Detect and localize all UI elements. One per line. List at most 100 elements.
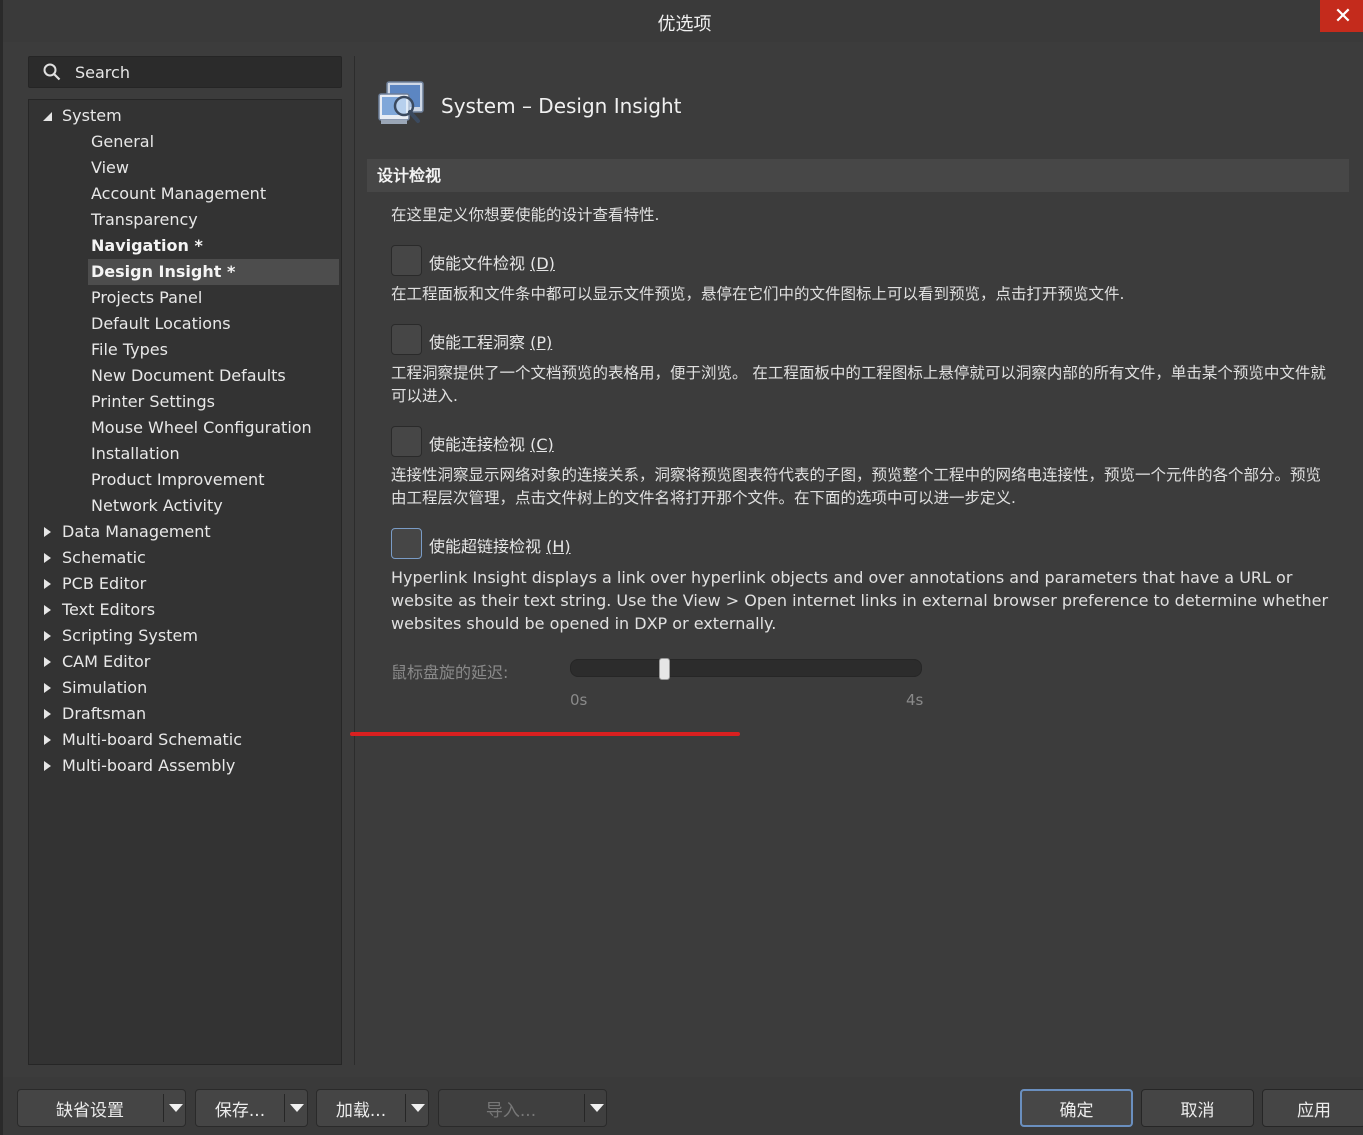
import-button-label[interactable]: 导入...: [439, 1090, 583, 1126]
tree-item-label: Multi-board Schematic: [62, 730, 243, 749]
slider-max-label: 4s: [906, 691, 924, 709]
tree-item-label: CAM Editor: [62, 652, 151, 671]
window-title: 优选项: [657, 14, 712, 35]
tree-item-product-improvement[interactable]: Product Improvement: [29, 467, 341, 493]
preferences-dialog: 优选项 ✕ System General View Account Manage…: [0, 0, 1363, 1135]
tree-item-label: Draftsman: [62, 704, 147, 723]
collapsed-arrow-icon[interactable]: [41, 552, 53, 564]
apply-button[interactable]: 应用: [1262, 1089, 1363, 1127]
tree-item-cam-editor[interactable]: CAM Editor: [29, 649, 341, 675]
tree-item-label: Simulation: [62, 678, 148, 697]
tree-item-mouse-wheel-configuration[interactable]: Mouse Wheel Configuration: [29, 415, 341, 441]
enable-hyperlink-insight-checkbox[interactable]: [391, 528, 422, 559]
tree-item-printer-settings[interactable]: Printer Settings: [29, 389, 341, 415]
chevron-down-icon[interactable]: [406, 1090, 430, 1126]
tree-item-label: Projects Panel: [91, 288, 203, 307]
title-bar: 优选项 ✕: [3, 0, 1363, 42]
search-input[interactable]: [75, 62, 325, 82]
option-label-text: 使能超链接检视: [429, 537, 547, 556]
save-split-button[interactable]: 保存...: [195, 1089, 308, 1127]
tree-item-draftsman[interactable]: Draftsman: [29, 701, 341, 727]
tree-item-design-insight[interactable]: Design Insight *: [29, 259, 341, 285]
annotation-underline: [350, 732, 740, 736]
tree-item-label: Data Management: [62, 522, 211, 541]
tree-item-label: Schematic: [62, 548, 146, 567]
tree-item-network-activity[interactable]: Network Activity: [29, 493, 341, 519]
collapsed-arrow-icon[interactable]: [41, 526, 53, 538]
collapsed-arrow-icon[interactable]: [41, 760, 53, 772]
collapsed-arrow-icon[interactable]: [41, 734, 53, 746]
expanded-arrow-icon[interactable]: [41, 110, 53, 122]
tree-item-label: File Types: [91, 340, 168, 359]
tree-item-file-types[interactable]: File Types: [29, 337, 341, 363]
collapsed-arrow-icon[interactable]: [41, 578, 53, 590]
option-label-text: 使能文件检视: [429, 254, 531, 273]
tree-item-label: Default Locations: [91, 314, 231, 333]
document-insight-description: 在工程面板和文件条中都可以显示文件预览，悬停在它们中的文件图标上可以看到预览，点…: [391, 285, 1125, 303]
tree-item-schematic[interactable]: Schematic: [29, 545, 341, 571]
tree-item-simulation[interactable]: Simulation: [29, 675, 341, 701]
tree-item-general[interactable]: General: [29, 129, 341, 155]
collapsed-arrow-icon[interactable]: [41, 630, 53, 642]
tree-item-data-management[interactable]: Data Management: [29, 519, 341, 545]
tree-item-pcb-editor[interactable]: PCB Editor: [29, 571, 341, 597]
option-shortcut-key: (P): [530, 333, 553, 352]
enable-hyperlink-insight-label[interactable]: 使能超链接检视 (H): [429, 533, 571, 557]
tree-item-new-document-defaults[interactable]: New Document Defaults: [29, 363, 341, 389]
enable-document-insight-label[interactable]: 使能文件检视 (D): [429, 250, 555, 274]
enable-connectivity-insight-checkbox[interactable]: [391, 426, 422, 457]
chevron-down-icon[interactable]: [585, 1090, 609, 1126]
tree-item-scripting-system[interactable]: Scripting System: [29, 623, 341, 649]
tree-item-label: Installation: [91, 444, 180, 463]
load-button-label[interactable]: 加载...: [317, 1090, 405, 1126]
tree-item-text-editors[interactable]: Text Editors: [29, 597, 341, 623]
tree-item-label: System: [62, 106, 122, 125]
enable-project-insight-label[interactable]: 使能工程洞察 (P): [429, 329, 552, 353]
tree-item-default-locations[interactable]: Default Locations: [29, 311, 341, 337]
chevron-down-icon[interactable]: [285, 1090, 309, 1126]
tree-item-label: Printer Settings: [91, 392, 215, 411]
close-button[interactable]: ✕: [1320, 0, 1363, 32]
collapsed-arrow-icon[interactable]: [41, 604, 53, 616]
option-label-text: 使能工程洞察: [429, 333, 531, 352]
search-box[interactable]: [28, 56, 342, 88]
tree-item-label: General: [91, 132, 155, 151]
collapsed-arrow-icon[interactable]: [41, 682, 53, 694]
slider-thumb[interactable]: [659, 658, 670, 680]
tree-item-navigation[interactable]: Navigation *: [29, 233, 341, 259]
hyperlink-insight-description: Hyperlink Insight displays a link over h…: [391, 568, 1329, 633]
tree-item-projects-panel[interactable]: Projects Panel: [29, 285, 341, 311]
import-split-button[interactable]: 导入...: [438, 1089, 607, 1127]
tree-item-transparency[interactable]: Transparency: [29, 207, 341, 233]
collapsed-arrow-icon[interactable]: [41, 708, 53, 720]
design-insight-icon: [378, 81, 424, 124]
collapsed-arrow-icon[interactable]: [41, 656, 53, 668]
tree-item-label: New Document Defaults: [91, 366, 286, 385]
ok-button[interactable]: 确定: [1020, 1089, 1133, 1127]
defaults-button-label[interactable]: 缺省设置: [18, 1090, 162, 1126]
page-title: System – Design Insight: [441, 94, 682, 118]
save-button-label[interactable]: 保存...: [196, 1090, 284, 1126]
option-shortcut-key: (D): [530, 254, 555, 273]
tree-item-label: Mouse Wheel Configuration: [91, 418, 312, 437]
tree-item-multi-board-schematic[interactable]: Multi-board Schematic: [29, 727, 341, 753]
tree-item-system[interactable]: System: [29, 103, 341, 129]
hover-delay-label: 鼠标盘旋的延迟:: [391, 663, 509, 682]
enable-document-insight-checkbox[interactable]: [391, 245, 422, 276]
tree-item-label: Transparency: [91, 210, 198, 229]
tree-item-view[interactable]: View: [29, 155, 341, 181]
tree-item-account-management[interactable]: Account Management: [29, 181, 341, 207]
defaults-split-button[interactable]: 缺省设置: [17, 1089, 186, 1127]
tree-item-installation[interactable]: Installation: [29, 441, 341, 467]
hover-delay-slider[interactable]: [570, 658, 922, 680]
tree-item-label: Account Management: [91, 184, 267, 203]
tree-item-multi-board-assembly[interactable]: Multi-board Assembly: [29, 753, 341, 779]
project-insight-description: 工程洞察提供了一个文档预览的表格用，便于浏览。 在工程面板中的工程图标上悬停就可…: [391, 364, 1326, 405]
load-split-button[interactable]: 加载...: [316, 1089, 429, 1127]
enable-project-insight-checkbox[interactable]: [391, 324, 422, 355]
tree-item-label: Design Insight *: [91, 262, 236, 281]
enable-connectivity-insight-label[interactable]: 使能连接检视 (C): [429, 431, 554, 455]
chevron-down-icon[interactable]: [164, 1090, 188, 1126]
cancel-button[interactable]: 取消: [1141, 1089, 1254, 1127]
category-tree: System General View Account Management T…: [28, 99, 342, 1065]
